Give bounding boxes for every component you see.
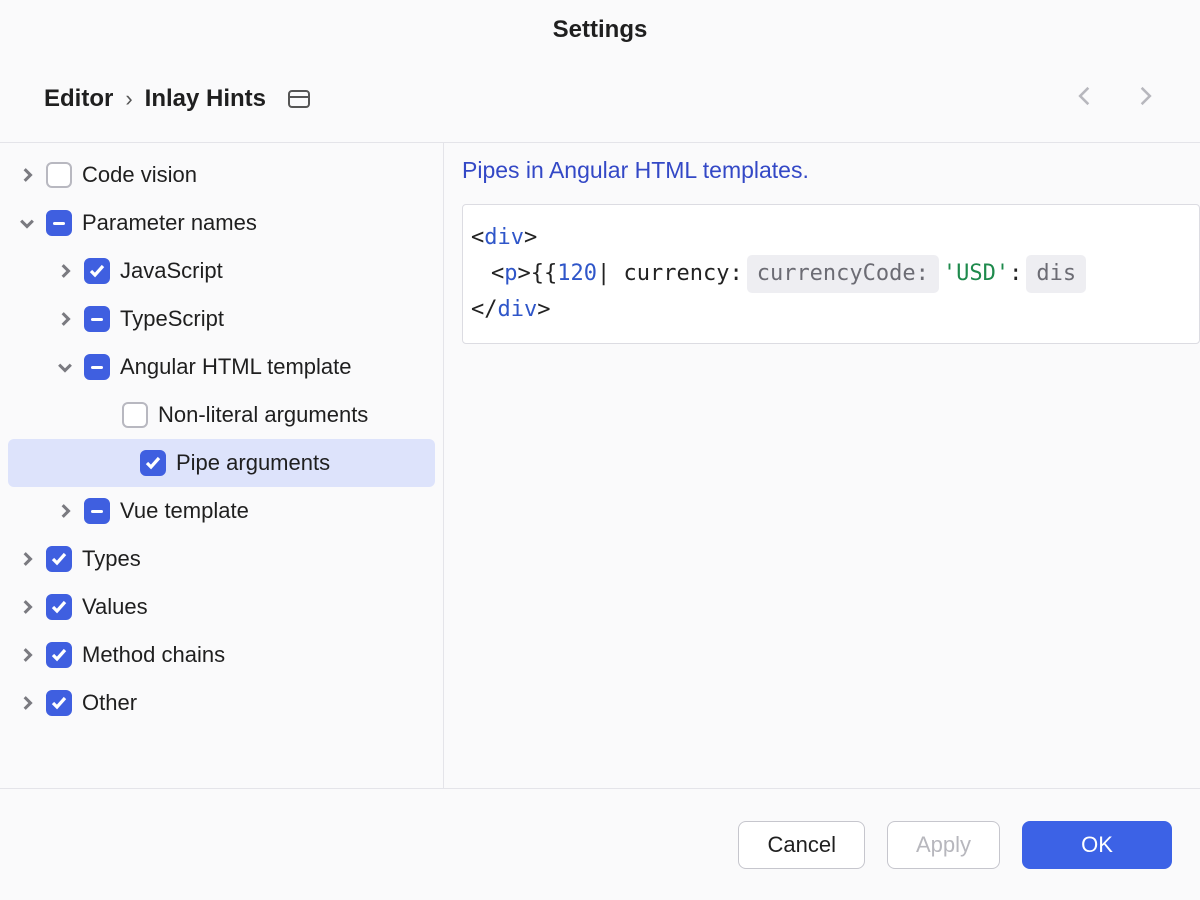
ok-button[interactable]: OK bbox=[1022, 821, 1172, 869]
chevron-right-icon[interactable] bbox=[18, 646, 36, 664]
code-preview: <div> <p>{{120 | currency: currencyCode:… bbox=[462, 204, 1200, 344]
tree-label: Method chains bbox=[82, 642, 225, 668]
tree-item-method-chains[interactable]: Method chains bbox=[0, 631, 443, 679]
tree-item-pipe-arguments[interactable]: Pipe arguments bbox=[8, 439, 435, 487]
tree-item-typescript[interactable]: TypeScript bbox=[0, 295, 443, 343]
dialog-footer: Cancel Apply OK bbox=[0, 788, 1200, 900]
apply-button: Apply bbox=[887, 821, 1000, 869]
chevron-right-icon[interactable] bbox=[18, 694, 36, 712]
checkbox-checked[interactable] bbox=[46, 594, 72, 620]
chevron-right-icon[interactable] bbox=[18, 598, 36, 616]
breadcrumb-leaf[interactable]: Inlay Hints bbox=[145, 85, 266, 113]
tree-item-parameter-names[interactable]: Parameter names bbox=[0, 199, 443, 247]
breadcrumb: Editor › Inlay Hints bbox=[0, 62, 1200, 142]
cancel-button[interactable]: Cancel bbox=[738, 821, 864, 869]
detail-panel: Pipes in Angular HTML templates. <div> <… bbox=[444, 143, 1200, 788]
checkbox-indeterminate[interactable] bbox=[84, 498, 110, 524]
tree-label: Angular HTML template bbox=[120, 354, 352, 380]
code-line: <div> bbox=[471, 221, 1191, 255]
chevron-right-icon[interactable] bbox=[18, 550, 36, 568]
tree-item-types[interactable]: Types bbox=[0, 535, 443, 583]
tree-label: Parameter names bbox=[82, 210, 257, 236]
checkbox-unchecked[interactable] bbox=[46, 162, 72, 188]
tree-label: Code vision bbox=[82, 162, 197, 188]
tree-label: Non-literal arguments bbox=[158, 402, 368, 428]
nav-forward-icon[interactable] bbox=[1130, 82, 1158, 116]
tree-label: Types bbox=[82, 546, 141, 572]
checkbox-checked[interactable] bbox=[140, 450, 166, 476]
checkbox-unchecked[interactable] bbox=[122, 402, 148, 428]
tree-item-values[interactable]: Values bbox=[0, 583, 443, 631]
hint-description: Pipes in Angular HTML templates. bbox=[462, 153, 1200, 204]
breadcrumb-separator: › bbox=[125, 86, 132, 112]
tree-item-javascript[interactable]: JavaScript bbox=[0, 247, 443, 295]
separate-window-icon[interactable] bbox=[288, 90, 310, 108]
tree-label: TypeScript bbox=[120, 306, 224, 332]
chevron-down-icon[interactable] bbox=[56, 358, 74, 376]
tree-item-non-literal-arguments[interactable]: Non-literal arguments bbox=[0, 391, 443, 439]
tree-item-vue-template[interactable]: Vue template bbox=[0, 487, 443, 535]
checkbox-checked[interactable] bbox=[46, 546, 72, 572]
chevron-right-icon[interactable] bbox=[56, 502, 74, 520]
tree-label: Values bbox=[82, 594, 148, 620]
main-area: Code vision Parameter names JavaScript T… bbox=[0, 142, 1200, 788]
tree-item-code-vision[interactable]: Code vision bbox=[0, 151, 443, 199]
checkbox-checked[interactable] bbox=[84, 258, 110, 284]
tree-label: Vue template bbox=[120, 498, 249, 524]
checkbox-checked[interactable] bbox=[46, 690, 72, 716]
inlay-hint-currency-code: currencyCode: bbox=[747, 255, 939, 293]
tree-label: JavaScript bbox=[120, 258, 223, 284]
breadcrumb-root[interactable]: Editor bbox=[44, 85, 113, 113]
chevron-down-icon[interactable] bbox=[18, 214, 36, 232]
tree-label: Other bbox=[82, 690, 137, 716]
tree-label: Pipe arguments bbox=[176, 450, 330, 476]
code-line: </div> bbox=[471, 293, 1191, 327]
checkbox-checked[interactable] bbox=[46, 642, 72, 668]
checkbox-indeterminate[interactable] bbox=[84, 306, 110, 332]
checkbox-indeterminate[interactable] bbox=[84, 354, 110, 380]
inlay-hint-display: dis bbox=[1026, 255, 1086, 293]
dialog-title: Settings bbox=[0, 0, 1200, 62]
tree-item-angular-html-template[interactable]: Angular HTML template bbox=[0, 343, 443, 391]
chevron-right-icon[interactable] bbox=[56, 310, 74, 328]
settings-tree: Code vision Parameter names JavaScript T… bbox=[0, 143, 444, 788]
checkbox-indeterminate[interactable] bbox=[46, 210, 72, 236]
nav-back-icon[interactable] bbox=[1072, 82, 1100, 116]
chevron-right-icon[interactable] bbox=[18, 166, 36, 184]
chevron-right-icon[interactable] bbox=[56, 262, 74, 280]
code-line: <p>{{120 | currency: currencyCode: 'USD'… bbox=[471, 255, 1191, 293]
tree-item-other[interactable]: Other bbox=[0, 679, 443, 727]
